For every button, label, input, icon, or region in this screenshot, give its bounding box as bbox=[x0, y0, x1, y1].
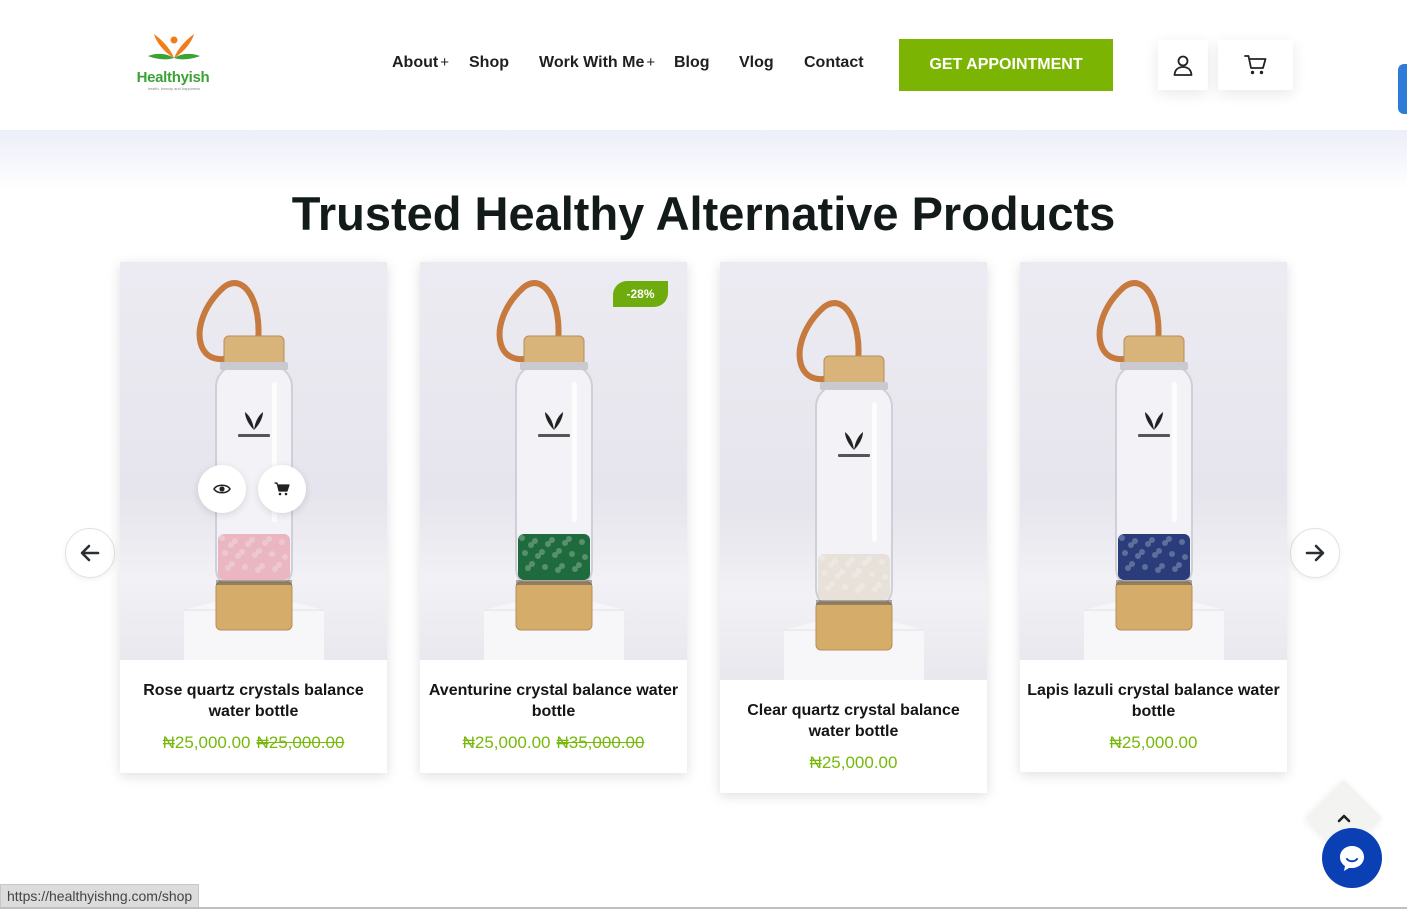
current-price: ₦25,000.00 bbox=[162, 733, 251, 752]
status-bar-url: https://healthyishng.com/shop bbox=[0, 884, 200, 909]
nav-item-shop[interactable]: Shop bbox=[469, 54, 509, 76]
product-info: Aventurine crystal balance water bottle … bbox=[420, 680, 687, 753]
carousel-prev-button[interactable] bbox=[65, 528, 115, 578]
brand-logo[interactable]: Healthyish health, beauty and happiness bbox=[134, 32, 214, 92]
bottle-illustration bbox=[784, 300, 924, 680]
account-button[interactable] bbox=[1158, 40, 1208, 90]
product-price: ₦25,000.00 ₦35,000.00 bbox=[420, 733, 687, 753]
bottle-illustration bbox=[184, 280, 324, 660]
nav-item-work-with-me[interactable]: Work With Me + bbox=[539, 54, 655, 76]
get-appointment-button[interactable]: GET APPOINTMENT bbox=[899, 39, 1113, 91]
current-price: ₦25,000.00 bbox=[809, 753, 898, 772]
discount-badge: -28% bbox=[613, 281, 668, 307]
site-header: Healthyish health, beauty and happiness … bbox=[0, 0, 1407, 130]
eye-icon bbox=[213, 484, 231, 494]
section-heading: Trusted Healthy Alternative Products bbox=[291, 187, 1116, 240]
product-image[interactable] bbox=[720, 262, 987, 680]
nav-item-label: Work With Me bbox=[539, 54, 645, 71]
product-info: Lapis lazuli crystal balance water bottl… bbox=[1020, 680, 1287, 753]
product-price: ₦25,000.00 bbox=[1020, 733, 1287, 753]
arrow-right-icon bbox=[1305, 544, 1325, 562]
product-card[interactable]: -28% Aventurine crystal balance water bo… bbox=[420, 262, 687, 773]
product-card[interactable]: Lapis lazuli crystal balance water bottl… bbox=[1020, 262, 1287, 772]
nav-item-label: Contact bbox=[804, 54, 864, 71]
nav-item-blog[interactable]: Blog bbox=[674, 54, 710, 76]
cart-icon bbox=[274, 482, 290, 496]
product-title[interactable]: Clear quartz crystal balance water bottl… bbox=[720, 700, 987, 742]
bottle-illustration bbox=[484, 280, 624, 660]
chevron-up-icon bbox=[1333, 807, 1355, 829]
product-card[interactable]: Rose quartz crystals balance water bottl… bbox=[120, 262, 387, 773]
add-to-cart-button[interactable] bbox=[258, 465, 306, 513]
submenu-plus-icon: + bbox=[646, 54, 656, 71]
nav-item-label: Blog bbox=[674, 54, 710, 71]
nav-item-contact[interactable]: Contact bbox=[804, 54, 864, 76]
current-price: ₦25,000.00 bbox=[1109, 733, 1198, 752]
product-card[interactable]: Clear quartz crystal balance water bottl… bbox=[720, 262, 987, 793]
nav-item-label: Vlog bbox=[739, 54, 774, 71]
side-panel-tab[interactable] bbox=[1398, 64, 1407, 114]
old-price: ₦35,000.00 bbox=[556, 733, 645, 752]
quick-view-button[interactable] bbox=[198, 465, 246, 513]
nav-item-about[interactable]: About + bbox=[392, 54, 449, 76]
product-info: Rose quartz crystals balance water bottl… bbox=[120, 680, 387, 753]
nav-item-label: About bbox=[392, 54, 439, 71]
chat-button[interactable] bbox=[1322, 828, 1382, 888]
user-icon bbox=[1173, 55, 1193, 76]
old-price: ₦25,000.00 bbox=[256, 733, 345, 752]
product-title[interactable]: Rose quartz crystals balance water bottl… bbox=[120, 680, 387, 722]
product-info: Clear quartz crystal balance water bottl… bbox=[720, 700, 987, 773]
cart-button[interactable] bbox=[1218, 40, 1293, 90]
product-image[interactable] bbox=[420, 262, 687, 660]
carousel-next-button[interactable] bbox=[1290, 528, 1340, 578]
brand-tagline: health, beauty and happiness bbox=[147, 86, 201, 91]
product-title[interactable]: Aventurine crystal balance water bottle bbox=[420, 680, 687, 722]
brand-name: Healthyish bbox=[136, 69, 210, 86]
chat-bubble-icon bbox=[1340, 846, 1364, 871]
nav-item-label: Shop bbox=[469, 54, 509, 71]
submenu-plus-icon: + bbox=[440, 54, 449, 71]
product-price: ₦25,000.00 bbox=[720, 753, 987, 773]
product-title[interactable]: Lapis lazuli crystal balance water bottl… bbox=[1020, 680, 1287, 722]
header-shadow bbox=[0, 130, 1407, 190]
brand-logo-icon bbox=[148, 34, 200, 60]
cart-icon bbox=[1243, 55, 1266, 75]
arrow-left-icon bbox=[80, 544, 100, 562]
product-image[interactable] bbox=[120, 262, 387, 660]
product-image[interactable] bbox=[1020, 262, 1287, 660]
current-price: ₦25,000.00 bbox=[462, 733, 551, 752]
nav-item-vlog[interactable]: Vlog bbox=[739, 54, 774, 76]
product-price: ₦25,000.00 ₦25,000.00 bbox=[120, 733, 387, 753]
bottle-illustration bbox=[1084, 280, 1224, 660]
